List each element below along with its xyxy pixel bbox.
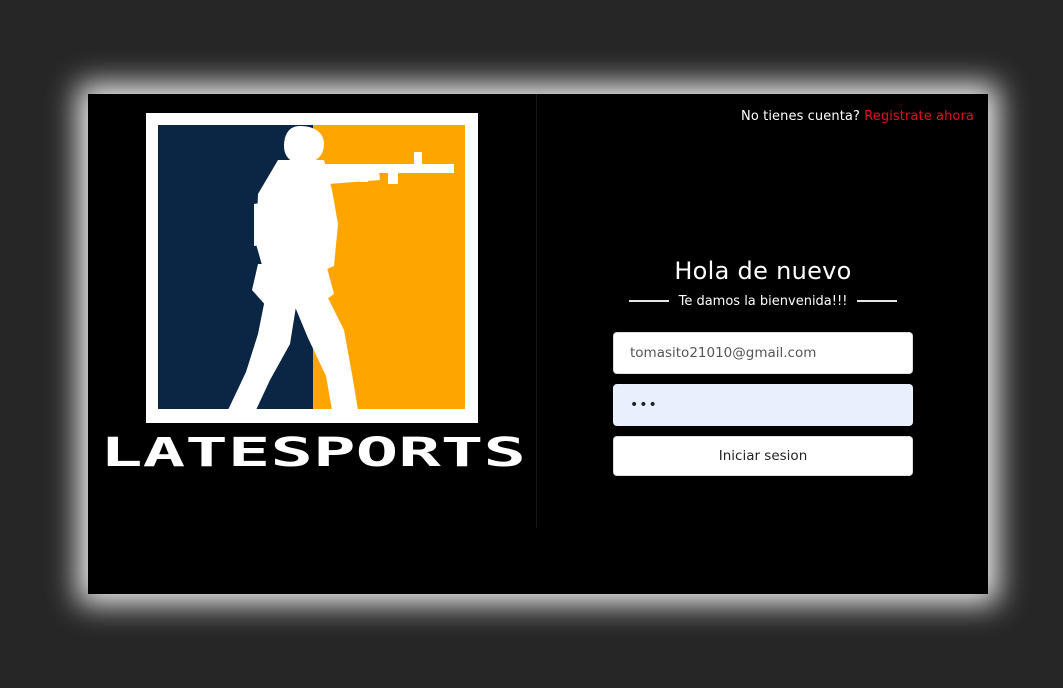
- divider-right: [857, 300, 898, 302]
- login-form: Hola de nuevo Te damos la bienvenida!!! …: [613, 254, 913, 476]
- signup-prompt: No tienes cuenta? Registrate ahora: [741, 109, 974, 124]
- register-link[interactable]: Registrate ahora: [864, 109, 974, 124]
- login-card: LATESPORTS No tienes cuenta? Registrate …: [88, 94, 988, 594]
- brand-wordmark: LATESPORTS: [98, 430, 528, 476]
- password-field[interactable]: [613, 384, 913, 426]
- login-button[interactable]: Iniciar sesion: [613, 436, 913, 476]
- brand-panel: LATESPORTS: [88, 94, 537, 528]
- login-subtitle: Te damos la bienvenida!!!: [678, 293, 848, 309]
- email-field[interactable]: [613, 332, 913, 374]
- brand-name: LATESPORTS: [100, 430, 526, 474]
- login-title: Hola de nuevo: [674, 257, 852, 285]
- signup-prompt-text: No tienes cuenta?: [741, 109, 860, 124]
- subtitle-row: Te damos la bienvenida!!!: [613, 292, 913, 310]
- divider-left: [628, 300, 669, 302]
